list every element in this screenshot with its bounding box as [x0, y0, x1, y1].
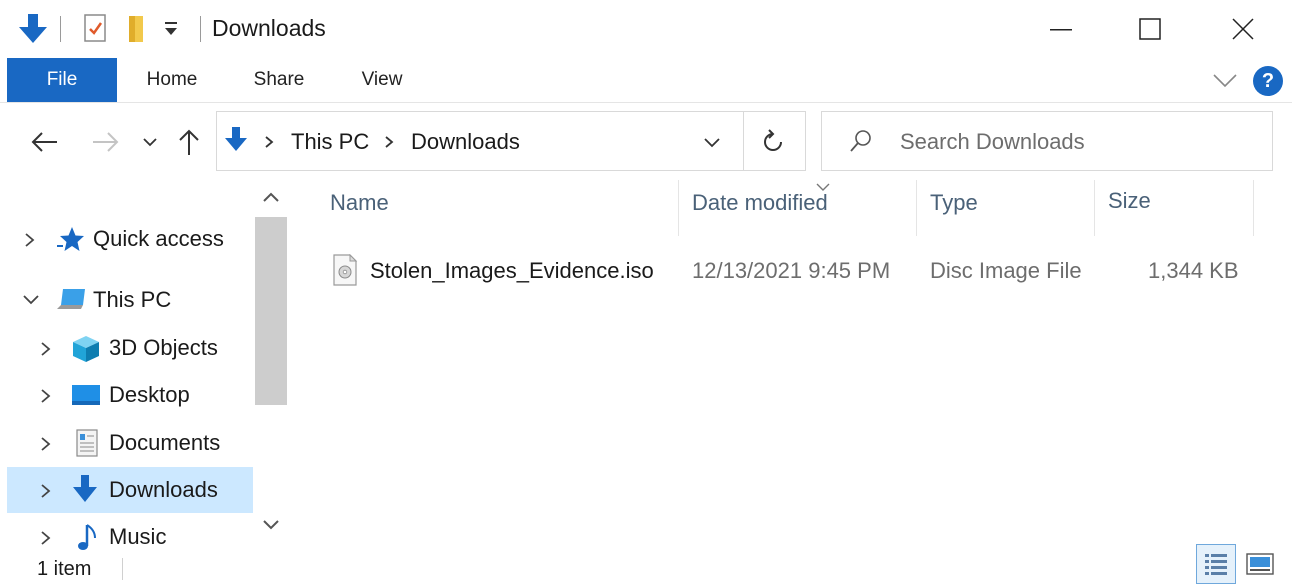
address-history-chevron-icon[interactable] — [701, 131, 723, 158]
column-header-size[interactable]: Size — [1108, 188, 1252, 234]
nav-item-label: Music — [109, 524, 167, 549]
3d-objects-icon — [71, 335, 101, 368]
large-icons-view-button[interactable] — [1240, 544, 1280, 584]
address-bar[interactable]: This PC Downloads — [216, 111, 806, 171]
column-header-label: Size — [1108, 188, 1151, 213]
computer-icon — [55, 287, 87, 318]
column-header-label: Date modified — [692, 190, 828, 215]
column-header-name[interactable]: Name — [330, 190, 676, 236]
breadcrumb-this-pc[interactable]: This PC — [291, 129, 369, 155]
collapse-chevron-icon[interactable] — [21, 293, 41, 312]
file-name: Stolen_Images_Evidence.iso — [370, 258, 654, 283]
refresh-icon[interactable] — [757, 126, 789, 163]
back-arrow-icon — [31, 132, 57, 152]
scroll-down-arrow-icon[interactable] — [258, 514, 284, 541]
item-count: 1 item — [37, 558, 92, 580]
desktop-icon — [71, 384, 101, 411]
download-arrow-icon — [223, 126, 249, 161]
details-view-button[interactable] — [1196, 544, 1236, 584]
search-icon — [848, 128, 874, 159]
expand-chevron-icon[interactable] — [39, 386, 53, 411]
large-icons-view-icon — [1246, 553, 1274, 575]
scroll-up-arrow-icon[interactable] — [258, 186, 284, 213]
nav-item-3d-objects[interactable]: 3D Objects — [7, 325, 253, 371]
file-date-modified: 12/13/2021 9:45 PM — [692, 258, 891, 283]
details-view-icon — [1205, 554, 1227, 575]
nav-item-label: Desktop — [109, 382, 190, 407]
file-row[interactable]: Stolen_Images_Evidence.iso 12/13/2021 9:… — [322, 246, 1262, 294]
download-arrow-icon[interactable] — [16, 12, 50, 51]
column-divider[interactable] — [916, 180, 917, 236]
breadcrumb-downloads[interactable]: Downloads — [411, 129, 520, 155]
breadcrumb-chevron-icon[interactable] — [383, 131, 395, 158]
forward-arrow-icon — [93, 132, 119, 152]
file-size: 1,344 KB — [1148, 258, 1239, 283]
download-arrow-icon — [71, 474, 99, 511]
up-button[interactable] — [174, 122, 204, 162]
expand-chevron-icon[interactable] — [23, 230, 37, 255]
documents-icon — [75, 428, 99, 463]
disc-image-icon — [332, 253, 358, 291]
up-arrow-icon — [179, 129, 199, 155]
new-folder-icon[interactable] — [124, 12, 150, 49]
nav-item-label: This PC — [93, 287, 172, 312]
tab-file[interactable]: File — [7, 58, 117, 102]
nav-item-desktop[interactable]: Desktop — [7, 372, 253, 418]
window-title: Downloads — [212, 15, 326, 41]
nav-item-quick-access[interactable]: Quick access — [7, 216, 253, 262]
column-header-label: Name — [330, 190, 389, 215]
nav-item-label: Documents — [109, 430, 221, 455]
expand-chevron-icon[interactable] — [39, 434, 53, 459]
maximize-button[interactable] — [1120, 8, 1180, 50]
search-input[interactable] — [900, 127, 1260, 157]
scroll-thumb[interactable] — [255, 217, 287, 405]
column-header-label: Type — [930, 190, 978, 215]
chevron-down-icon — [143, 138, 157, 147]
nav-item-label: Downloads — [109, 477, 218, 502]
minimize-icon — [1050, 29, 1072, 31]
expand-chevron-icon[interactable] — [39, 528, 53, 550]
help-button[interactable]: ? — [1253, 66, 1283, 96]
expand-ribbon-chevron-icon[interactable] — [1212, 68, 1238, 97]
nav-item-label: Quick access — [93, 226, 224, 251]
nav-item-downloads[interactable]: Downloads — [7, 467, 253, 513]
column-divider[interactable] — [678, 180, 679, 236]
address-divider — [743, 112, 744, 170]
close-icon — [1232, 18, 1254, 40]
navigation-pane: Quick access This PC 3D Objects Desktop — [0, 180, 290, 550]
close-button[interactable] — [1213, 8, 1273, 50]
column-divider[interactable] — [1253, 180, 1254, 236]
nav-item-documents[interactable]: Documents — [7, 420, 253, 466]
status-bar: 1 item — [0, 548, 1292, 585]
title-bar: Downloads — [0, 0, 1292, 58]
tab-view[interactable]: View — [346, 58, 418, 102]
nav-item-this-pc[interactable]: This PC — [7, 277, 253, 323]
ribbon-tabs: File Home Share View ? — [0, 58, 1292, 103]
back-button[interactable] — [26, 122, 62, 162]
title-divider — [60, 16, 61, 42]
customize-toolbar-icon[interactable] — [162, 18, 180, 45]
column-header-date-modified[interactable]: Date modified — [692, 190, 914, 236]
maximize-icon — [1139, 18, 1161, 40]
breadcrumb-chevron-icon[interactable] — [263, 131, 275, 158]
column-header-type[interactable]: Type — [930, 190, 1092, 236]
expand-chevron-icon[interactable] — [39, 481, 53, 506]
status-divider — [122, 558, 123, 580]
nav-scrollbar[interactable] — [254, 180, 288, 548]
column-divider[interactable] — [1094, 180, 1095, 236]
expand-chevron-icon[interactable] — [39, 339, 53, 364]
star-icon — [57, 226, 85, 257]
forward-button[interactable] — [88, 122, 124, 162]
tab-share[interactable]: Share — [240, 58, 318, 102]
nav-item-label: 3D Objects — [109, 335, 218, 360]
title-divider — [200, 16, 201, 42]
search-box[interactable] — [821, 111, 1273, 171]
music-note-icon — [77, 522, 99, 550]
minimize-button[interactable] — [1031, 8, 1091, 50]
nav-item-music[interactable]: Music — [7, 514, 253, 550]
properties-checkmark-icon[interactable] — [82, 12, 108, 49]
tab-home[interactable]: Home — [132, 58, 212, 102]
file-type: Disc Image File — [930, 258, 1082, 283]
recent-locations-button[interactable] — [138, 122, 162, 162]
